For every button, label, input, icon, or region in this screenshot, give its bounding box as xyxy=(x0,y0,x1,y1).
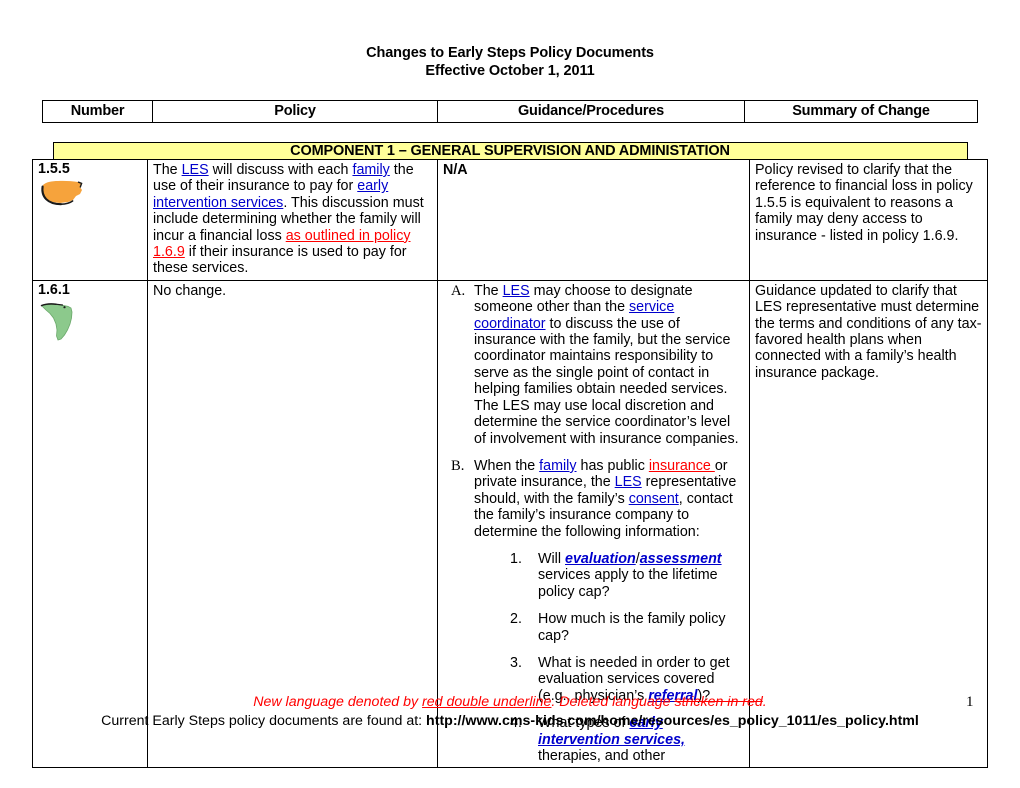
footer-url-prefix: Current Early Steps policy documents are… xyxy=(101,713,427,729)
text-run-link-bold-italic[interactable]: evaluation xyxy=(565,551,636,567)
footer-legend: New language denoted by red double under… xyxy=(0,694,1020,711)
text-run-link[interactable]: LES xyxy=(503,283,530,299)
list-item-text: Will evaluation/assessment services appl… xyxy=(538,551,722,600)
text-run-new: insurance xyxy=(648,457,715,474)
footer-legend-deleted-sample: stricken in red xyxy=(674,694,763,710)
component-banner-label: COMPONENT 1 – GENERAL SUPERVISION AND AD… xyxy=(52,142,968,160)
policy-text: No change. xyxy=(153,282,227,299)
footer-url-line: Current Early Steps policy documents are… xyxy=(0,712,1020,730)
document-title: Changes to Early Steps Policy Documents xyxy=(366,45,654,61)
guidance-lettered-list: A. The LES may choose to designate someo… xyxy=(443,283,745,765)
column-header-number: Number xyxy=(42,100,153,123)
text-run: will discuss with each xyxy=(208,162,353,178)
guidance-text: N/A xyxy=(443,162,468,178)
list-item-text: The LES may choose to designate someone … xyxy=(474,283,739,447)
footer-url-link[interactable]: http://www.cms-kids.com/home/resources/e… xyxy=(426,713,919,729)
us-map-icon xyxy=(41,180,83,206)
list-marker: B. xyxy=(451,457,465,474)
summary-text: Guidance updated to clarify that LES rep… xyxy=(755,282,982,381)
page-number: 1 xyxy=(966,694,974,710)
florida-map-icon xyxy=(40,303,73,341)
page-footer: New language denoted by red double under… xyxy=(0,694,1020,730)
column-header-guidance: Guidance/Procedures xyxy=(437,100,745,123)
cell-policy: The LES will discuss with each family th… xyxy=(147,159,438,281)
list-item: 1. Will evaluation/assessment services a… xyxy=(474,551,745,600)
table-row: 1.5.5 The LES will discuss with each fam… xyxy=(32,159,988,281)
list-marker: 1. xyxy=(510,550,522,567)
text-run: therapies, and other xyxy=(538,748,666,764)
text-run: has public xyxy=(576,457,649,474)
policy-number-label: 1.5.5 xyxy=(38,161,70,177)
component-banner-row: COMPONENT 1 – GENERAL SUPERVISION AND AD… xyxy=(52,142,968,160)
text-run-link[interactable]: family xyxy=(352,162,389,178)
text-run: The xyxy=(474,282,503,299)
list-marker: 3. xyxy=(510,654,522,671)
list-marker: A. xyxy=(451,282,466,299)
text-run-link[interactable]: consent xyxy=(629,491,679,507)
cell-number: 1.5.5 xyxy=(32,159,148,281)
text-run: Will xyxy=(538,550,565,567)
document-page: Changes to Early Steps Policy Documents … xyxy=(0,0,1020,788)
document-subtitle: Effective October 1, 2011 xyxy=(425,63,595,79)
text-run-link-bold-italic[interactable]: assessment xyxy=(640,551,722,567)
text-run: services apply to the lifetime policy ca… xyxy=(538,567,718,600)
list-marker: 2. xyxy=(510,611,522,628)
cell-summary: Policy revised to clarify that the refer… xyxy=(749,159,988,281)
policy-changes-table: 1.5.5 The LES will discuss with each fam… xyxy=(32,159,988,769)
policy-text: The LES will discuss with each family th… xyxy=(153,162,424,276)
text-run: When the xyxy=(474,457,540,474)
column-header-summary: Summary of Change xyxy=(744,100,978,123)
summary-text: Policy revised to clarify that the refer… xyxy=(755,162,973,244)
cell-guidance: N/A xyxy=(437,159,750,281)
table-header-row: Number Policy Guidance/Procedures Summar… xyxy=(42,100,978,123)
text-run: The xyxy=(153,162,182,178)
list-item: 2. How much is the family policy cap? xyxy=(474,611,745,644)
text-run-link[interactable]: family xyxy=(539,458,576,474)
text-run-link[interactable]: LES xyxy=(615,474,642,490)
footer-legend-new-sample: red double underline xyxy=(422,694,552,710)
table-column-headers: Number Policy Guidance/Procedures Summar… xyxy=(42,100,978,123)
policy-number-label: 1.6.1 xyxy=(38,281,70,298)
footer-legend-part2: . Deleted language xyxy=(551,694,675,710)
list-item: A. The LES may choose to designate someo… xyxy=(443,283,745,447)
list-item-text: How much is the family policy cap? xyxy=(538,611,726,643)
guidance-numbered-list: 1. Will evaluation/assessment services a… xyxy=(474,551,745,764)
footer-legend-part1: New language denoted by xyxy=(253,694,423,710)
text-run-link[interactable]: LES xyxy=(182,162,209,178)
footer-legend-part3: . xyxy=(762,694,767,710)
list-item-text: When the family has public insurance or … xyxy=(474,458,736,540)
text-run: if their insurance is used to pay for th… xyxy=(153,244,407,277)
component-banner-table: COMPONENT 1 – GENERAL SUPERVISION AND AD… xyxy=(52,142,968,160)
text-run: to discuss the use of insurance with the… xyxy=(474,315,739,447)
column-header-policy: Policy xyxy=(152,100,438,123)
text-run: How much is the family policy cap? xyxy=(538,611,726,644)
